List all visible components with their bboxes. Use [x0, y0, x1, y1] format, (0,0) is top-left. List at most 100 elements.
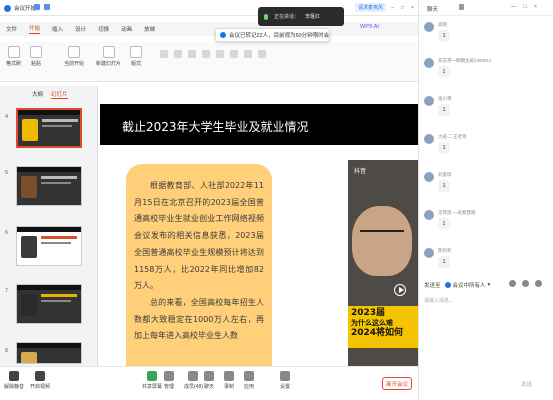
avatar[interactable]	[424, 210, 434, 220]
more-icon[interactable]	[535, 280, 542, 287]
layout-button[interactable]: 版式	[130, 46, 142, 67]
leave-meeting-button[interactable]: 离开会议	[382, 377, 412, 390]
bold-icon[interactable]	[160, 50, 168, 58]
toolbar-label: 录制	[224, 384, 235, 390]
microphone-icon	[264, 13, 268, 20]
slide-paragraph: 总的来看，全国高校每年招生人数都大致稳定在1000万人左右，再加上每年进入高校毕…	[134, 297, 264, 341]
toolbar-icon	[164, 371, 174, 381]
slide-header-bar: 截止2023年大学生毕业及就业情况	[100, 104, 418, 145]
info-icon	[220, 32, 226, 38]
avatar[interactable]	[424, 134, 434, 144]
chat-header: 聊天 — □ ×	[419, 0, 553, 16]
maximize-icon[interactable]: □	[524, 4, 527, 10]
minimize-icon[interactable]: –	[389, 5, 396, 11]
wps-tab[interactable]: 动画	[121, 25, 132, 33]
toolbar-item[interactable]: 聊天	[204, 371, 214, 390]
toolbar-item[interactable]: 管理	[164, 371, 174, 390]
chat-bubble: 1	[438, 256, 450, 268]
slide-number: 8	[5, 348, 9, 354]
italic-icon[interactable]	[174, 50, 182, 58]
slide-thumbnail[interactable]	[16, 226, 82, 266]
toolbar-item[interactable]: 应用	[244, 371, 254, 390]
paste-label: 粘贴	[30, 61, 41, 67]
wps-tab[interactable]: 插入	[52, 25, 63, 33]
avatar[interactable]	[424, 58, 434, 68]
slide-number: 7	[5, 288, 9, 294]
minimize-icon[interactable]: —	[511, 4, 517, 10]
toolbar-item[interactable]: 解除静音	[4, 371, 24, 390]
format-painter-button[interactable]: 格式刷	[6, 46, 21, 67]
chevron-left-icon[interactable]: ‹	[409, 190, 412, 199]
avatar[interactable]	[424, 22, 434, 32]
chat-sender-name: 高晓	[438, 22, 447, 27]
toolbar-label: 共享屏幕	[142, 384, 163, 390]
shape-icon[interactable]	[258, 50, 266, 58]
new-slide-button[interactable]: 新建幻灯片	[96, 46, 121, 67]
chat-bubble: 1	[438, 104, 450, 116]
current-slide-button[interactable]: 当前开始	[64, 46, 84, 67]
slide-number: 4	[5, 114, 9, 120]
close-icon[interactable]: ×	[534, 4, 537, 10]
toolbar-icon	[147, 371, 157, 381]
align-center-icon[interactable]	[230, 50, 238, 58]
chat-bubble: 1	[438, 142, 450, 154]
slide-thumbnail[interactable]	[16, 166, 82, 206]
format-painter-label: 格式刷	[6, 61, 22, 67]
slide-canvas[interactable]: 截止2023年大学生毕业及就业情况 根据教育部、人社部2022年11月15日在北…	[100, 104, 418, 366]
toolbar-item[interactable]: 设置	[280, 371, 290, 390]
paste-icon	[30, 46, 42, 58]
paste-button[interactable]: 粘贴	[30, 46, 42, 67]
toolbar-item[interactable]: 录制	[224, 371, 234, 390]
chat-window-controls: — □ ×	[511, 4, 537, 10]
wps-tab[interactable]: 设计	[75, 25, 86, 33]
video-detail	[360, 230, 404, 236]
avatar[interactable]	[424, 96, 434, 106]
list-icon[interactable]	[244, 50, 252, 58]
send-button[interactable]: 发送	[521, 380, 532, 388]
close-icon[interactable]: ×	[409, 5, 416, 11]
align-left-icon[interactable]	[216, 50, 224, 58]
chat-input[interactable]: 请输入消息...	[424, 297, 548, 371]
slide-thumbnail[interactable]	[16, 342, 82, 364]
wps-tab[interactable]: 放映	[144, 25, 155, 33]
meeting-app-title: 会议开始	[4, 4, 36, 12]
outline-tab[interactable]: 大纲	[32, 90, 43, 99]
wps-tab[interactable]: 开始	[29, 24, 41, 34]
font-color-icon[interactable]	[202, 50, 210, 58]
toolbar-item[interactable]: 成员(48)	[184, 371, 203, 390]
speaker-name: 李雁红	[305, 14, 321, 20]
toolbar-item[interactable]: 开启视频	[30, 371, 50, 390]
toolbar-icon	[188, 371, 199, 381]
play-icon	[68, 46, 80, 58]
slide-body: 根据教育部、人社部2022年11月15日在北京召开的2023届全国普通高校毕业生…	[134, 178, 264, 345]
slide-thumbnail[interactable]	[16, 284, 82, 324]
send-to-label: 发送至	[424, 283, 441, 289]
meeting-top-right: 请求麦克风 – □ ×	[355, 3, 416, 12]
pin-icon[interactable]	[459, 4, 464, 10]
slide-thumbnail[interactable]	[16, 108, 82, 148]
video-caption-line: 为什么这么难	[351, 319, 393, 327]
signal-icon[interactable]	[44, 4, 50, 10]
embedded-video[interactable]: 抖音 2023届 为什么这么难 2024将如何	[348, 160, 418, 366]
avatar[interactable]	[424, 248, 434, 258]
chat-bubble: 1	[438, 66, 450, 78]
send-to-select[interactable]: 会议中所有人 ▾	[444, 281, 490, 289]
wps-ai-button[interactable]: WPS AI	[360, 24, 379, 30]
emoji-icon[interactable]	[509, 280, 516, 287]
slides-tab[interactable]: 幻灯片	[51, 90, 68, 99]
slide-number: 5	[5, 170, 9, 176]
toolbar-label: 管理	[164, 384, 175, 390]
underline-icon[interactable]	[188, 50, 196, 58]
maximize-icon[interactable]: □	[399, 5, 406, 11]
shield-icon[interactable]	[34, 4, 40, 10]
wps-tab[interactable]: 切换	[98, 25, 109, 33]
wps-tab[interactable]: 文件	[6, 25, 17, 33]
play-icon[interactable]	[394, 284, 406, 296]
speaking-label: 正在讲话：	[274, 14, 300, 20]
avatar[interactable]	[424, 172, 434, 182]
request-mic-badge[interactable]: 请求麦克风	[355, 3, 387, 12]
file-icon[interactable]	[522, 280, 529, 287]
toolbar-icon	[35, 371, 45, 381]
chat-title: 聊天	[427, 7, 439, 13]
toolbar-item[interactable]: 共享屏幕	[142, 371, 162, 390]
